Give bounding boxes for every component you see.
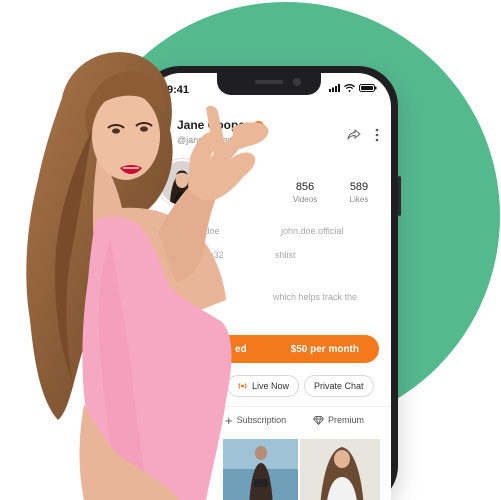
more-options-icon[interactable]	[375, 128, 379, 142]
profile-avatar-wrap[interactable]	[158, 159, 206, 207]
live-now-label: Live Now	[252, 381, 290, 391]
thumbnail-photo-1	[223, 439, 298, 500]
speaker	[255, 80, 283, 84]
front-camera	[293, 78, 301, 86]
signal-icon	[329, 84, 340, 92]
profile-handle: @janecooper	[177, 135, 231, 145]
battery-icon	[359, 84, 377, 92]
tab-subscription[interactable]: + Subscription	[225, 412, 287, 428]
profile-item-2: shlist	[275, 250, 296, 260]
stat-videos-value: 856	[295, 181, 315, 193]
stage: 9:41 Jane Cooper ✓ @janecooper 856 Video…	[0, 0, 501, 500]
tabs-divider	[147, 406, 391, 407]
private-chat-label: Private Chat	[314, 381, 364, 391]
subscribe-price: $50 per month	[290, 344, 359, 355]
stat-likes-value: 589	[349, 181, 369, 193]
stat-likes: 589 Likes	[337, 181, 381, 204]
notch	[217, 73, 321, 95]
media-thumbnail-1[interactable]	[223, 439, 298, 500]
profile-name-text: Jane Cooper	[177, 118, 250, 132]
tab-premium[interactable]: Premium	[313, 415, 364, 425]
power-button	[398, 176, 401, 216]
subscribe-label: ed	[235, 344, 247, 355]
phone-screen: 9:41 Jane Cooper ✓ @janecooper 856 Video…	[147, 73, 391, 500]
online-status-dot	[194, 195, 204, 205]
phone-frame: 9:41 Jane Cooper ✓ @janecooper 856 Video…	[137, 66, 401, 500]
private-chat-chip[interactable]: Private Chat	[304, 375, 374, 397]
volume-down-button	[137, 190, 140, 216]
live-now-chip[interactable]: Live Now	[227, 375, 300, 397]
stat-videos: 856 Videos	[283, 181, 327, 204]
profile-link-1: ohn.doe	[187, 226, 220, 236]
tab-premium-label: Premium	[328, 415, 365, 425]
profile-bio: which helps track the	[273, 292, 358, 302]
plus-icon: +	[225, 412, 233, 428]
stat-likes-label: Likes	[349, 195, 369, 204]
media-thumbnail-2[interactable]	[300, 439, 380, 500]
thumbnail-photo-2	[300, 439, 380, 500]
diamond-icon	[313, 415, 324, 425]
stat-videos-label: Videos	[292, 195, 318, 204]
wifi-icon	[344, 84, 355, 92]
share-icon[interactable]	[347, 129, 361, 140]
tab-subscription-label: Subscription	[236, 415, 287, 425]
profile-item-1: Joe32	[199, 250, 224, 260]
subscribe-button[interactable]: ed $50 per month	[159, 335, 379, 363]
live-icon	[238, 383, 247, 389]
status-time: 9:41	[167, 84, 190, 96]
profile-name: Jane Cooper ✓	[177, 118, 264, 132]
status-icons	[329, 84, 377, 92]
verified-badge-icon: ✓	[252, 121, 264, 132]
profile-link-2: john.doe.official	[281, 226, 344, 236]
volume-up-button	[137, 156, 140, 182]
